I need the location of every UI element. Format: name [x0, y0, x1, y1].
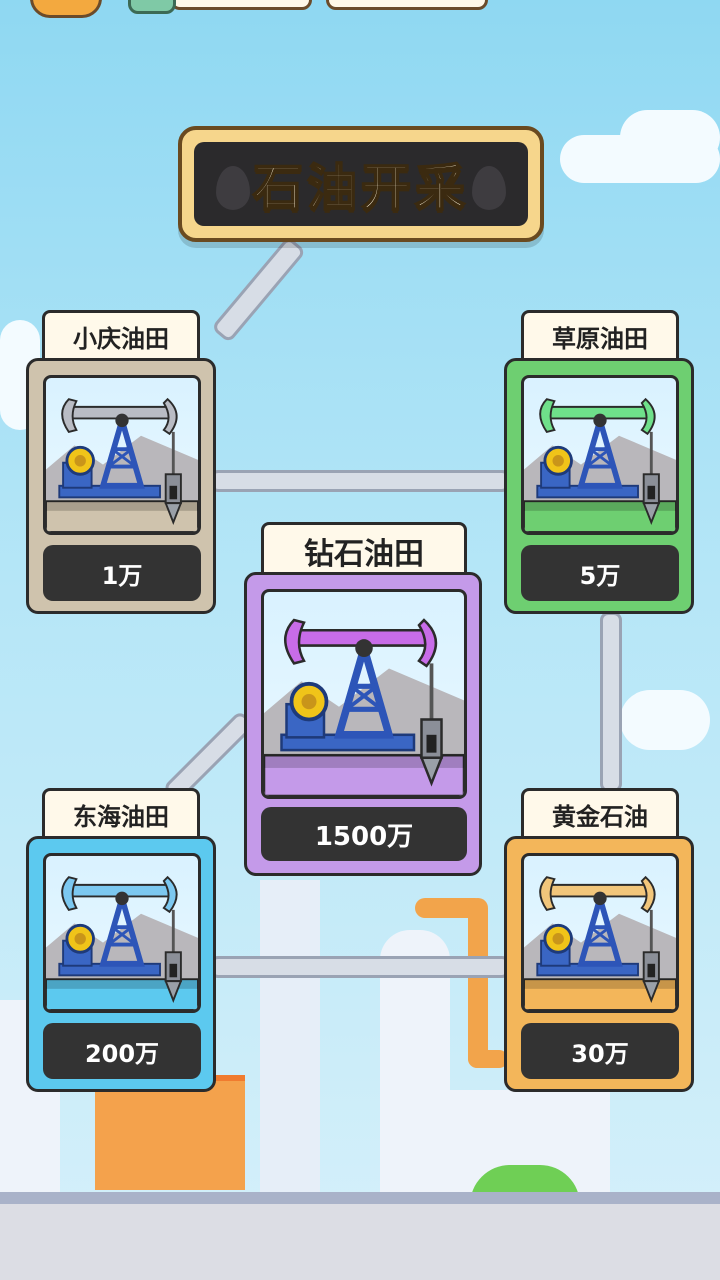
- page-title: 石油开采: [252, 158, 469, 218]
- title-plate: 石油开采: [178, 126, 544, 242]
- field-label-huangjin: 黄金石油: [521, 788, 679, 838]
- top-left-icon[interactable]: [30, 0, 102, 18]
- top-resource-bar[interactable]: [170, 0, 312, 10]
- field-label-donghai: 东海油田: [42, 788, 200, 838]
- pumpjack-icon: [264, 618, 464, 796]
- price-button[interactable]: 30万: [521, 1023, 679, 1079]
- cash-icon: [128, 0, 176, 14]
- cloud: [620, 690, 710, 750]
- field-label-caoyuan: 草原油田: [521, 310, 679, 360]
- pumpjack-icon: [46, 397, 198, 532]
- field-card-huangjin[interactable]: 30万: [504, 836, 694, 1092]
- title-inner: 石油开采: [194, 142, 528, 226]
- factory-building: [260, 880, 320, 1200]
- price-button[interactable]: 200万: [43, 1023, 201, 1079]
- field-card-donghai[interactable]: 200万: [26, 836, 216, 1092]
- price-button[interactable]: 1500万: [261, 807, 467, 861]
- field-label-xiaoqing: 小庆油田: [42, 310, 200, 360]
- pumpjack-scene: [43, 853, 201, 1013]
- connector-pipe: [210, 470, 510, 492]
- pumpjack-icon: [524, 397, 676, 532]
- ground-line: [0, 1192, 720, 1204]
- oil-drop-icon: [472, 166, 506, 210]
- pumpjack-scene: [43, 375, 201, 535]
- oil-drop-icon: [216, 166, 250, 210]
- pumpjack-scene: [521, 853, 679, 1013]
- connector-pipe: [600, 612, 622, 792]
- field-card-caoyuan[interactable]: 5万: [504, 358, 694, 614]
- connector-pipe: [210, 956, 510, 978]
- field-label-zuanshi: 钻石油田: [261, 522, 467, 576]
- orange-pipe: [468, 898, 488, 1068]
- pumpjack-scene: [261, 589, 467, 799]
- ground: [0, 1204, 720, 1280]
- field-card-zuanshi[interactable]: 1500万: [244, 572, 482, 876]
- pumpjack-icon: [46, 875, 198, 1010]
- pumpjack-scene: [521, 375, 679, 535]
- orange-platform: [95, 1075, 245, 1190]
- field-card-xiaoqing[interactable]: 1万: [26, 358, 216, 614]
- price-button[interactable]: 5万: [521, 545, 679, 601]
- connector-pipe: [210, 236, 307, 344]
- pumpjack-icon: [524, 875, 676, 1010]
- orange-pipe: [468, 1050, 508, 1068]
- cloud: [620, 110, 720, 165]
- price-button[interactable]: 1万: [43, 545, 201, 601]
- top-resource-bar[interactable]: [326, 0, 488, 10]
